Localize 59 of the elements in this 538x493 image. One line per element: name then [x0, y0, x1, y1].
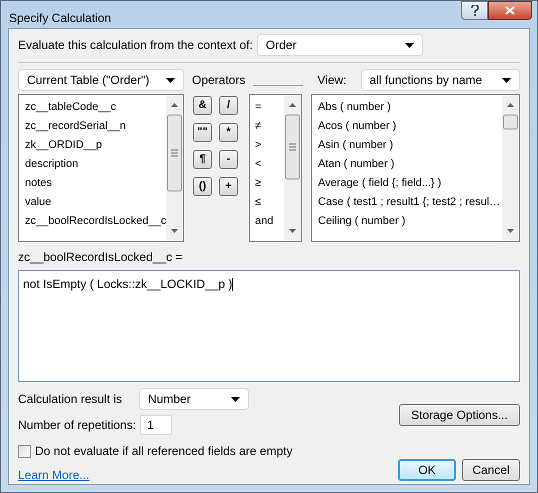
- formula-text-area[interactable]: not IsEmpty ( Locks::zk__LOCKID__p ): [18, 270, 520, 382]
- operator-list-item[interactable]: ≥: [255, 174, 284, 193]
- dialog-button[interactable]: Cancel: [462, 459, 520, 481]
- dropdown-caret-icon: [231, 396, 240, 402]
- storage-options-button[interactable]: Storage Options...: [399, 404, 520, 426]
- function-list-item[interactable]: Acos ( number ): [318, 117, 502, 136]
- field-list-item[interactable]: zc__recordSerial__n: [25, 117, 166, 136]
- field-list-item[interactable]: value: [25, 193, 166, 212]
- learn-more-link[interactable]: Learn More...: [18, 466, 292, 484]
- operator-button[interactable]: ¶: [193, 150, 212, 169]
- view-dropdown[interactable]: all functions by name: [360, 69, 520, 91]
- operator-button[interactable]: /: [219, 96, 238, 115]
- field-list-item[interactable]: zc__boolRecordIsLocked__c: [25, 212, 166, 231]
- close-icon: [505, 6, 515, 15]
- checkbox[interactable]: [18, 444, 31, 458]
- scrollbar[interactable]: [284, 95, 301, 241]
- operator-list-item[interactable]: <: [255, 155, 284, 174]
- operator-button[interactable]: -: [219, 150, 238, 169]
- function-list-item[interactable]: Case ( test1 ; result1 {; test2 ; resul…: [318, 193, 502, 212]
- view-label: View:: [317, 72, 346, 89]
- operator-list-item[interactable]: >: [255, 136, 284, 155]
- function-list-item[interactable]: Ceiling ( number ): [318, 212, 502, 231]
- function-list-item[interactable]: Atan ( number ): [318, 155, 502, 174]
- result-type-label: Calculation result is: [18, 391, 124, 408]
- field-list-item[interactable]: description: [25, 155, 166, 174]
- operator-button[interactable]: (): [193, 177, 212, 196]
- scrollbar[interactable]: [166, 95, 183, 241]
- operator-list-item[interactable]: and: [255, 212, 284, 231]
- help-icon: [470, 5, 478, 16]
- dropdown-caret-icon: [502, 78, 511, 82]
- table-dropdown[interactable]: Current Table ("Order"): [18, 69, 184, 91]
- operator-button[interactable]: "": [193, 123, 212, 142]
- scrollbar[interactable]: [502, 95, 519, 241]
- operator-button[interactable]: +: [219, 177, 238, 196]
- close-button[interactable]: [488, 1, 532, 20]
- checkbox-label: Do not evaluate if all referenced fields are empty: [35, 443, 292, 460]
- window-title: Specify Calculation: [9, 10, 112, 27]
- operators-label: Operators: [192, 72, 246, 89]
- result-type-dropdown[interactable]: Number: [139, 388, 249, 410]
- help-button[interactable]: [461, 1, 488, 20]
- operator-list-item[interactable]: ≤: [255, 193, 284, 212]
- function-list-item[interactable]: Abs ( number ): [318, 98, 502, 117]
- dialog-button[interactable]: OK: [398, 459, 456, 481]
- dropdown-caret-icon: [166, 78, 175, 82]
- operator-list-item[interactable]: ≠: [255, 117, 284, 136]
- context-dropdown[interactable]: Order: [256, 34, 423, 56]
- operator-button[interactable]: &: [193, 96, 212, 115]
- operator-list-item[interactable]: =: [255, 98, 284, 117]
- function-list-item[interactable]: Asin ( number ): [318, 136, 502, 155]
- field-list-item[interactable]: zc__tableCode__c: [25, 98, 166, 117]
- field-list-item[interactable]: notes: [25, 174, 166, 193]
- context-label: Evaluate this calculation from the context of:: [18, 37, 253, 54]
- repetitions-field[interactable]: 1: [140, 415, 172, 435]
- formula-label: zc__boolRecordIsLocked__c =: [18, 249, 184, 266]
- dropdown-caret-icon: [404, 42, 414, 48]
- function-list-item[interactable]: Average ( field {; field...} ): [318, 174, 502, 193]
- repetitions-label: Number of repetitions:: [18, 417, 136, 434]
- field-list-item[interactable]: zk__ORDID__p: [25, 136, 166, 155]
- operator-button[interactable]: *: [219, 123, 238, 142]
